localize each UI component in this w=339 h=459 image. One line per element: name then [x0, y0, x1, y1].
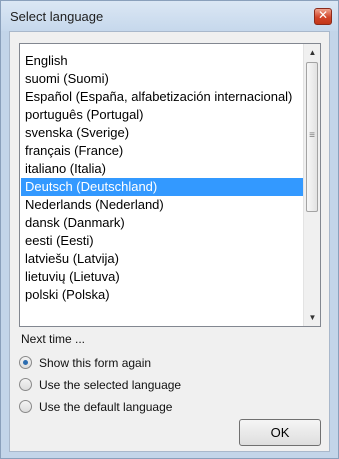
radio-use-default-language[interactable] — [19, 400, 32, 413]
close-button[interactable]: ✕ — [314, 8, 332, 25]
language-item[interactable]: lietuvių (Lietuva) — [21, 268, 303, 286]
scroll-up-arrow-icon[interactable]: ▲ — [304, 44, 320, 61]
vertical-scrollbar[interactable]: ▲ ≡ ▼ — [303, 44, 320, 326]
scroll-down-arrow-icon[interactable]: ▼ — [304, 309, 320, 326]
language-item[interactable]: dansk (Danmark) — [21, 214, 303, 232]
ok-button[interactable]: OK — [239, 419, 321, 446]
scroll-thumb[interactable]: ≡ — [306, 62, 318, 212]
next-time-label: Next time ... — [21, 332, 86, 346]
language-item[interactable]: eesti (Eesti) — [21, 232, 303, 250]
language-item[interactable]: français (France) — [21, 142, 303, 160]
language-item[interactable]: latviešu (Latvija) — [21, 250, 303, 268]
language-dialog: Select language ✕ English suomi (Suomi) Es… — [0, 0, 339, 459]
window-title: Select language — [10, 9, 104, 24]
language-item[interactable]: suomi (Suomi) — [21, 70, 303, 88]
language-item[interactable]: English — [21, 52, 303, 70]
language-item[interactable]: polski (Polska) — [21, 286, 303, 304]
scroll-grip-icon: ≡ — [309, 130, 315, 141]
close-icon: ✕ — [317, 8, 329, 22]
option-label: Use the default language — [39, 400, 173, 414]
language-item[interactable]: português (Portugal) — [21, 106, 303, 124]
title-bar[interactable]: Select language ✕ — [1, 1, 338, 31]
language-item[interactable]: italiano (Italia) — [21, 160, 303, 178]
option-label: Show this form again — [39, 356, 152, 370]
radio-use-selected-language[interactable] — [19, 378, 32, 391]
radio-show-form-again[interactable] — [19, 356, 32, 369]
language-list[interactable]: English suomi (Suomi) Español (España, alf… — [19, 43, 321, 327]
language-list-items: English suomi (Suomi) Español (España, alf… — [21, 52, 303, 304]
dialog-body: English suomi (Suomi) Español (España, alf… — [9, 31, 330, 452]
language-item[interactable]: Español (España, alfabetización internac… — [21, 88, 303, 106]
option-label: Use the selected language — [39, 378, 182, 392]
language-item[interactable]: Nederlands (Nederland) — [21, 196, 303, 214]
language-item[interactable]: Deutsch (Deutschland) — [21, 178, 303, 196]
language-item[interactable]: svenska (Sverige) — [21, 124, 303, 142]
